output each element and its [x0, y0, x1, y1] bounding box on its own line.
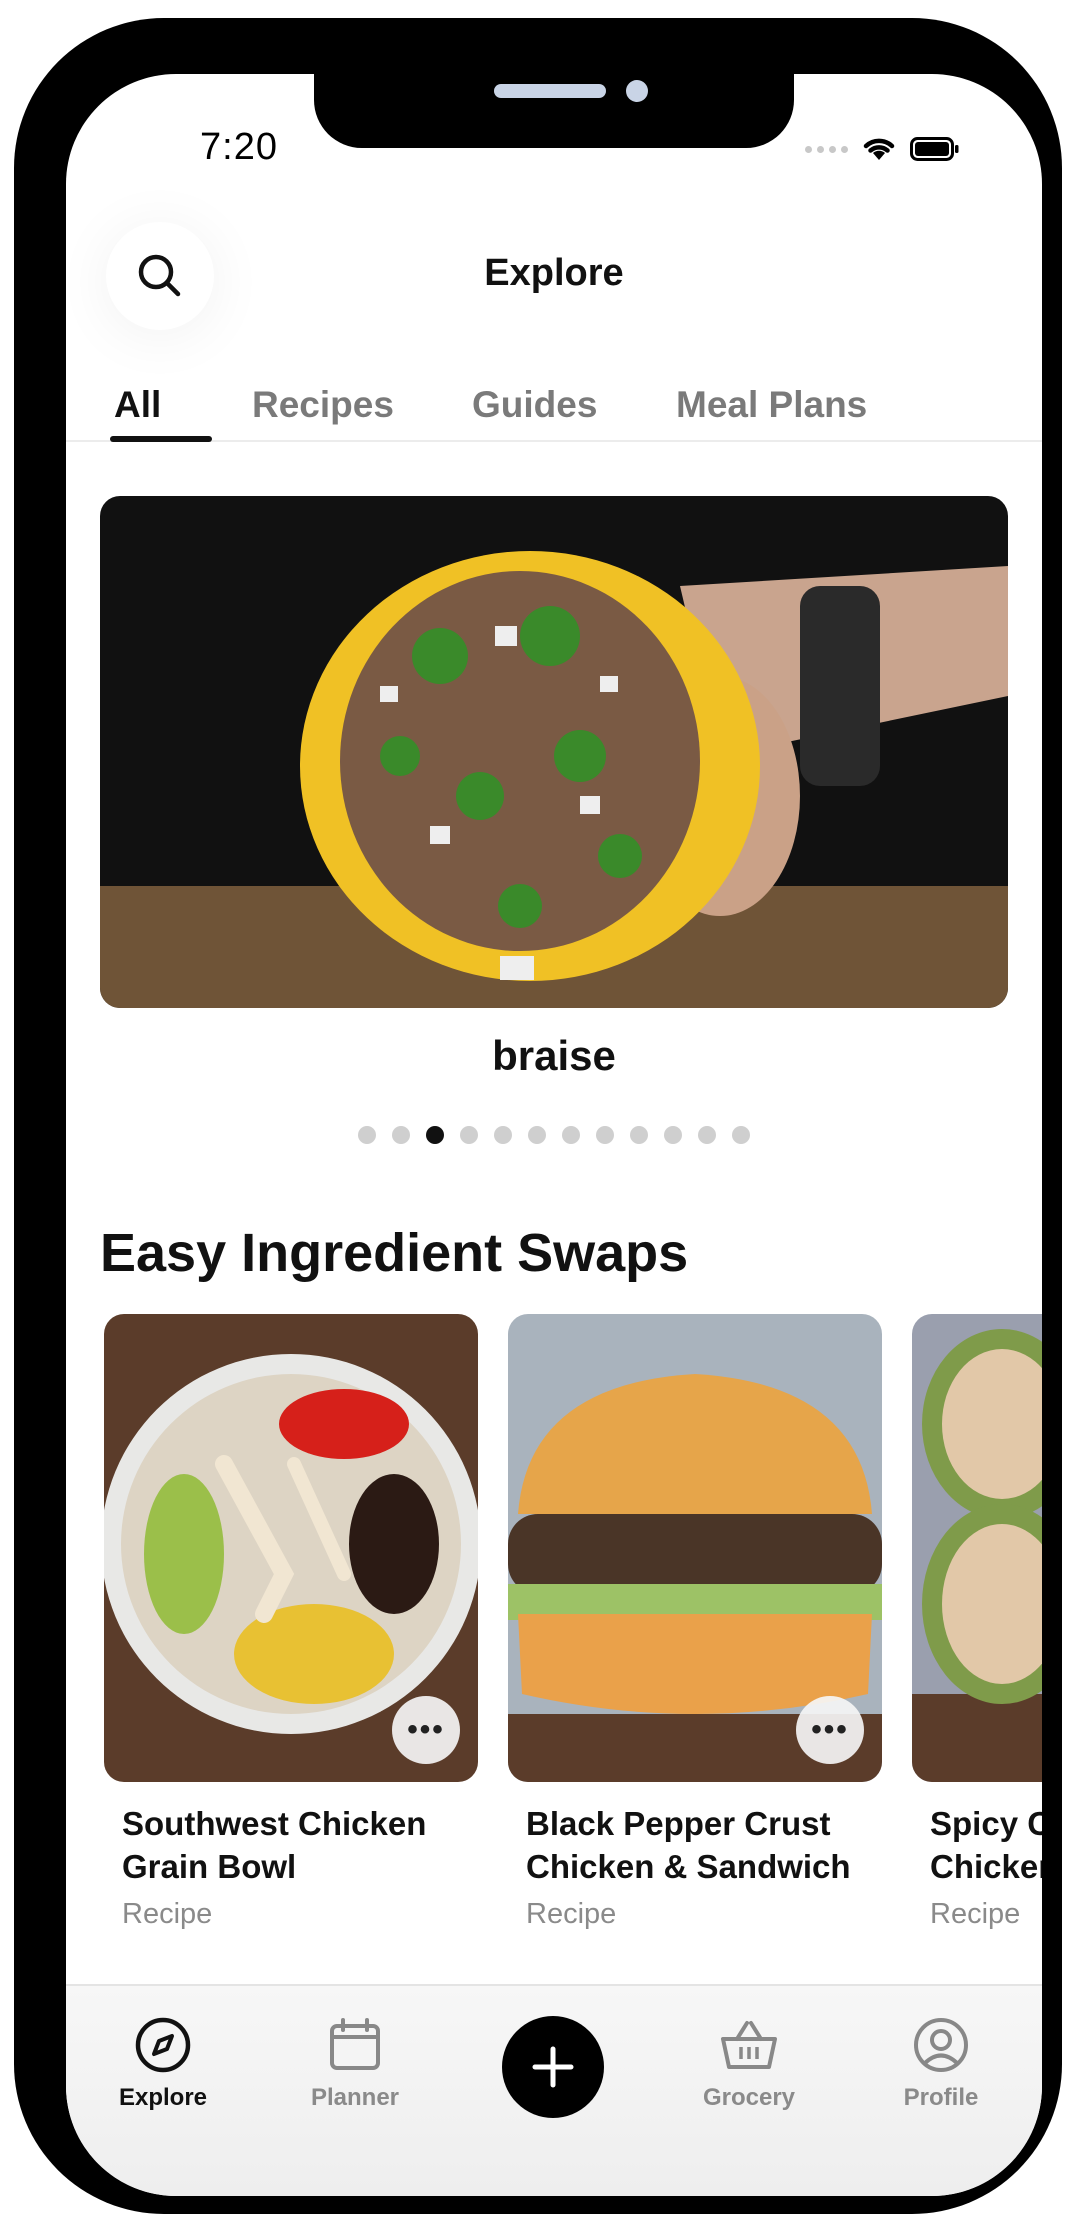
- carousel-dot[interactable]: [596, 1126, 614, 1144]
- more-options-button[interactable]: •••: [796, 1696, 864, 1764]
- nav-label: Profile: [903, 2084, 979, 2111]
- phone-frame: 7:20 Explore All Recipes Guides Meal Pla…: [14, 18, 1062, 2214]
- recipe-image-pepper-chicken-sandwich[interactable]: •••: [508, 1314, 882, 1782]
- recipe-card-title[interactable]: Black Pepper Crust Chicken & Sandwich: [526, 1802, 882, 1888]
- tab-meal-plans[interactable]: Meal Plans: [676, 384, 867, 426]
- notch-camera: [626, 80, 648, 102]
- recipe-card[interactable]: Spicy Chicken Chicken Wrap Recipe: [912, 1314, 1042, 1931]
- carousel-dot[interactable]: [392, 1126, 410, 1144]
- carousel-dot[interactable]: [358, 1126, 376, 1144]
- carousel-dot[interactable]: [528, 1126, 546, 1144]
- status-icons: [805, 136, 960, 162]
- carousel-page-indicator[interactable]: [66, 1126, 1042, 1144]
- compass-icon: [135, 2017, 191, 2073]
- active-tab-indicator: [110, 436, 212, 442]
- featured-item-title[interactable]: braise: [66, 1032, 1042, 1080]
- add-button[interactable]: [502, 2016, 604, 2118]
- wifi-icon: [863, 138, 895, 160]
- nav-profile[interactable]: Profile: [866, 2014, 1016, 2112]
- nav-label: Explore: [118, 2084, 208, 2111]
- nav-label: Planner: [310, 2084, 400, 2111]
- notch-speaker: [494, 84, 606, 98]
- page-title: Explore: [484, 252, 624, 294]
- app-screen: 7:20 Explore All Recipes Guides Meal Pla…: [66, 74, 1042, 2196]
- basket-icon: [721, 2021, 777, 2069]
- nav-grocery[interactable]: Grocery: [674, 2014, 824, 2112]
- recipe-card-title[interactable]: Southwest Chicken Grain Bowl: [122, 1802, 478, 1888]
- carousel-dot[interactable]: [732, 1126, 750, 1144]
- user-circle-icon: [914, 2018, 968, 2072]
- recipe-image-spicy-chicken-wrap[interactable]: [912, 1314, 1042, 1782]
- section-title: Easy Ingredient Swaps: [100, 1223, 689, 1283]
- recipe-card-type: Recipe: [526, 1898, 617, 1930]
- carousel-dot[interactable]: [426, 1126, 444, 1144]
- carousel-dot[interactable]: [664, 1126, 682, 1144]
- recipe-card[interactable]: ••• Southwest Chicken Grain Bowl Recipe: [104, 1314, 478, 1931]
- plus-icon: [532, 2046, 574, 2088]
- calendar-icon: [330, 2018, 380, 2070]
- tab-bar: All Recipes Guides Meal Plans: [66, 374, 1042, 442]
- recipe-image-grain-bowl[interactable]: •••: [104, 1314, 478, 1782]
- bottom-navigation: Explore Planner Grocery Profile: [66, 1984, 1042, 2196]
- recipe-card[interactable]: ••• Black Pepper Crust Chicken & Sandwic…: [508, 1314, 882, 1931]
- nav-planner[interactable]: Planner: [280, 2014, 430, 2112]
- nav-label: Grocery: [702, 2084, 796, 2111]
- carousel-dot[interactable]: [494, 1126, 512, 1144]
- tab-guides[interactable]: Guides: [472, 384, 597, 426]
- tab-all[interactable]: All: [114, 384, 161, 426]
- nav-explore[interactable]: Explore: [88, 2014, 238, 2112]
- cellular-signal-icon: [805, 145, 848, 153]
- carousel-dot[interactable]: [460, 1126, 478, 1144]
- recipe-card-title[interactable]: Spicy Chicken Chicken Wrap: [930, 1802, 1042, 1888]
- device-notch: [314, 74, 794, 148]
- tab-recipes[interactable]: Recipes: [252, 384, 394, 426]
- more-options-button[interactable]: •••: [392, 1696, 460, 1764]
- status-time: 7:20: [200, 126, 278, 168]
- featured-taco-image[interactable]: [100, 496, 1008, 1008]
- battery-icon: [910, 137, 959, 161]
- carousel-dot[interactable]: [698, 1126, 716, 1144]
- carousel-dot[interactable]: [630, 1126, 648, 1144]
- recipe-card-type: Recipe: [930, 1898, 1021, 1930]
- carousel-dot[interactable]: [562, 1126, 580, 1144]
- recipe-card-type: Recipe: [122, 1898, 213, 1930]
